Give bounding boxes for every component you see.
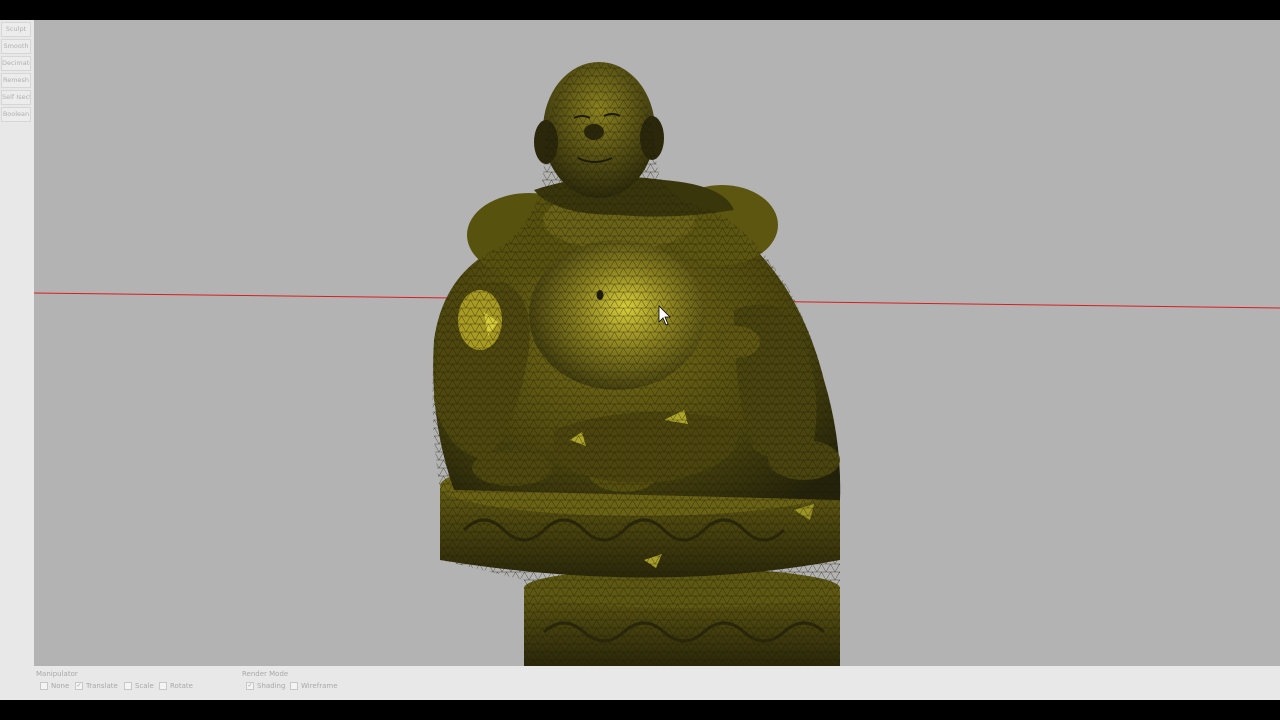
sculpt-button[interactable]: Sculpt [1,22,31,37]
decimate-button[interactable]: Decimate [1,56,31,71]
option-label: Scale [135,682,154,690]
option-label: Rotate [170,682,193,690]
bottom-options-panel: Manipulator None ✓ Translate Scale Rotat… [0,666,1280,700]
checkbox-box [290,682,298,690]
buddha-mesh-model [432,62,841,666]
render-wireframe-checkbox[interactable]: Wireframe [290,682,338,690]
bottom-letterbox [0,700,1280,720]
option-label: Wireframe [301,682,338,690]
checkbox-box [40,682,48,690]
mesh-editor-window: Sculpt Smooth Decimate Remesh Self Isect… [0,20,1280,700]
render-shading-checkbox[interactable]: ✓ Shading [246,682,285,690]
smooth-button[interactable]: Smooth [1,39,31,54]
manipulator-group-title: Manipulator [36,670,78,678]
viewport-canvas [34,62,1280,666]
axis-line [34,292,455,299]
option-label: Shading [257,682,286,690]
manipulator-none-checkbox[interactable]: None [40,682,69,690]
remesh-button[interactable]: Remesh [1,73,31,88]
axis-line [733,300,1280,309]
option-label: None [51,682,70,690]
manipulator-rotate-checkbox[interactable]: Rotate [159,682,193,690]
checkbox-box [124,682,132,690]
self-isect-button[interactable]: Self Isect [1,90,31,105]
tool-panel: Sculpt Smooth Decimate Remesh Self Isect… [0,20,35,666]
3d-viewport[interactable] [34,20,1280,666]
manipulator-scale-checkbox[interactable]: Scale [124,682,154,690]
manipulator-translate-checkbox[interactable]: ✓ Translate [75,682,118,690]
checkbox-box [159,682,167,690]
boolean-button[interactable]: Boolean [1,107,31,122]
checkmark-icon: ✓ [246,682,254,690]
checkmark-icon: ✓ [75,682,83,690]
top-letterbox [0,0,1280,20]
option-label: Translate [86,682,118,690]
render-mode-group-title: Render Mode [242,670,289,678]
